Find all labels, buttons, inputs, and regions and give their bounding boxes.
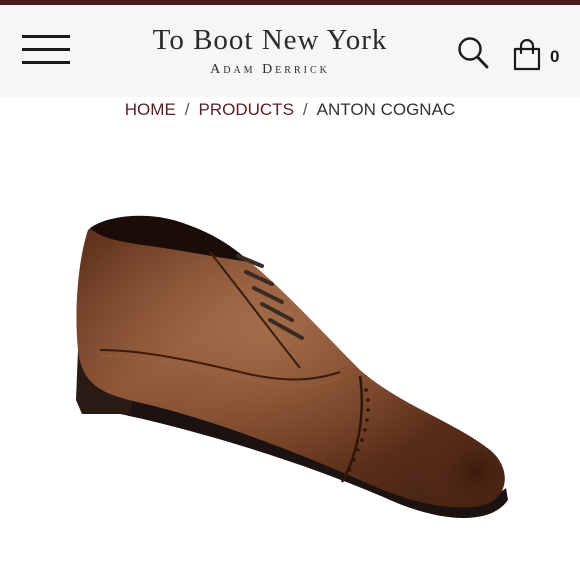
breadcrumb-separator: / (184, 100, 190, 119)
site-header: To Boot New York Adam Derrick 0 (0, 5, 580, 97)
menu-line (22, 61, 70, 64)
breadcrumb-products-link[interactable]: PRODUCTS (199, 100, 294, 119)
search-icon[interactable] (456, 35, 490, 71)
shopping-bag-icon[interactable] (512, 39, 542, 71)
brand-subtitle: Adam Derrick (210, 62, 330, 77)
menu-line (22, 48, 70, 51)
cart-count[interactable]: 0 (550, 47, 559, 67)
brand-logo[interactable]: To Boot New York Adam Derrick (110, 23, 430, 79)
hamburger-menu-icon[interactable] (22, 29, 72, 69)
oxford-shoe-image (76, 215, 508, 519)
brand-title: To Boot New York (152, 24, 388, 56)
breadcrumb-home-link[interactable]: HOME (125, 100, 176, 119)
breadcrumb-current: ANTON COGNAC (316, 100, 456, 119)
breadcrumb-separator: / (302, 100, 308, 119)
breadcrumb: HOME / PRODUCTS / ANTON COGNAC (0, 100, 580, 120)
menu-line (22, 35, 70, 38)
